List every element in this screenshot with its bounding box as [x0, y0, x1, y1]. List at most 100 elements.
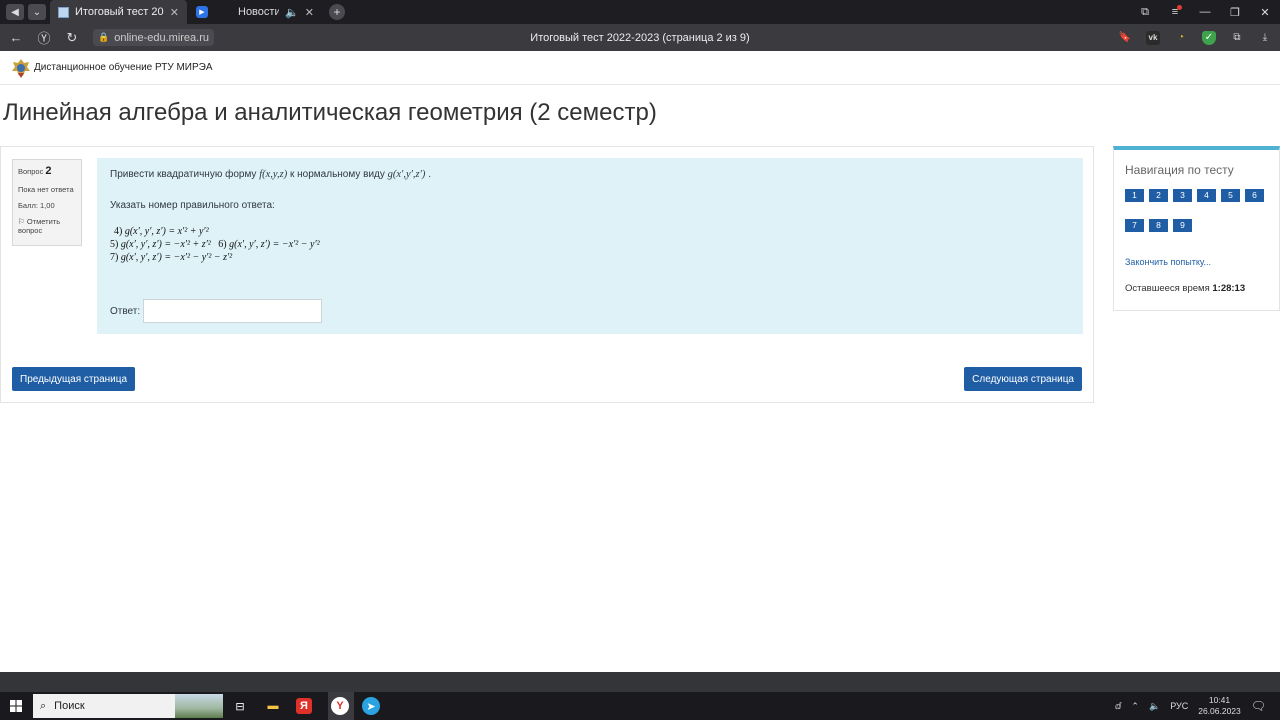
flag-question[interactable]: ⚐ Отметить вопрос: [18, 217, 76, 235]
question-text-part: к нормальному виду: [287, 169, 388, 180]
clock[interactable]: 10:41 26.06.2023: [1198, 695, 1241, 716]
bookmark-icon[interactable]: 🔖: [1118, 31, 1132, 45]
time-label: Оставшееся время: [1125, 283, 1210, 294]
browser-tab-bar: ◀ ⌄ Итоговый тест 2022-20 ✕ ▶ Новости 🔈 …: [0, 0, 1280, 24]
question-info: Вопрос 2 Пока нет ответа Балл: 1,00 ⚐ От…: [12, 159, 82, 246]
quiz-nav-page-1[interactable]: 1: [1125, 189, 1144, 202]
option-lhs: g(x′, y′, z′): [120, 251, 162, 263]
site-brand[interactable]: Дистанционное обучение РТУ МИРЭА: [34, 62, 213, 73]
tab-news[interactable]: ▶ Новости 🔈 ✕: [190, 0, 320, 24]
option-row: 4) g(x′, y′, z′) = x′² + y′²: [110, 225, 1070, 238]
vk-icon[interactable]: vk: [1146, 30, 1160, 45]
keyboard-language[interactable]: РУС: [1170, 701, 1188, 711]
menu-icon[interactable]: ≡: [1160, 5, 1190, 18]
new-tab-button[interactable]: +: [329, 4, 345, 20]
tab-label: Итоговый тест 2022-20: [75, 6, 164, 18]
windows-start-icon[interactable]: [0, 692, 32, 720]
close-icon[interactable]: ✕: [170, 6, 179, 19]
url-text: online-edu.mirea.ru: [114, 31, 209, 44]
address-bar: ← Ⓨ ↻ 🔒 online-edu.mirea.ru Итоговый тес…: [0, 24, 1280, 51]
option-row: 7) g(x′, y′, z′) = −x′² − y′² − z′²: [110, 251, 1070, 264]
back-icon[interactable]: ←: [2, 30, 30, 45]
tabs-icon[interactable]: ⧉: [1130, 6, 1160, 19]
yandex-music-icon[interactable]: Я: [296, 698, 312, 714]
notifications-icon[interactable]: 🗨: [1251, 699, 1266, 713]
option-row: 5) g(x′, y′, z′) = −x′² + z′² 6) g(x′, y…: [110, 238, 1070, 251]
close-icon[interactable]: ✕: [305, 6, 314, 19]
question-content: Привести квадратичную форму f(x,y,z) к н…: [97, 158, 1083, 334]
form-g: g(x′,y′,z′): [387, 169, 426, 180]
yandex-icon[interactable]: ◔: [1174, 31, 1188, 45]
close-icon[interactable]: ✕: [1250, 6, 1280, 19]
form-f: f(x,y,z): [259, 169, 288, 180]
option-number: 7): [110, 251, 119, 263]
question-label: Вопрос: [18, 167, 44, 176]
quiz-nav-page-4[interactable]: 4: [1197, 189, 1216, 202]
question-card: Вопрос 2 Пока нет ответа Балл: 1,00 ⚐ От…: [0, 146, 1094, 403]
yandex-home-icon[interactable]: Ⓨ: [30, 28, 58, 47]
page-title: Итоговый тест 2022-2023 (страница 2 из 9…: [530, 31, 750, 44]
minimize-icon[interactable]: —: [1190, 6, 1220, 18]
shield-icon[interactable]: ✓: [1202, 30, 1216, 45]
reload-icon[interactable]: ↻: [58, 30, 86, 46]
tab-label: Новости: [238, 6, 280, 18]
previous-page-button[interactable]: Предыдущая страница: [12, 367, 136, 391]
question-hint: Указать номер правильного ответа:: [110, 199, 275, 211]
people-icon[interactable]: ⅆ: [1115, 701, 1121, 712]
quiz-nav-page-8[interactable]: 8: [1149, 219, 1168, 232]
answer-label: Ответ:: [110, 305, 141, 317]
quiz-nav-page-5[interactable]: 5: [1221, 189, 1240, 202]
chevron-down-icon[interactable]: ⌄: [28, 4, 46, 20]
option-lhs: g(x′, y′, z′): [229, 238, 271, 250]
file-explorer-icon[interactable]: ▬: [263, 696, 283, 716]
time-value: 1:28:13: [1212, 283, 1246, 294]
answer-row: Ответ:: [110, 299, 323, 323]
lock-icon: 🔒: [98, 32, 110, 42]
next-page-button[interactable]: Следующая страница: [964, 367, 1082, 391]
quiz-nav-page-3[interactable]: 3: [1173, 189, 1192, 202]
quiz-nav-page-9[interactable]: 9: [1173, 219, 1192, 232]
url-field[interactable]: 🔒 online-edu.mirea.ru: [93, 29, 214, 46]
tab-test[interactable]: Итоговый тест 2022-20 ✕: [50, 0, 187, 24]
option-number: 4): [114, 225, 123, 237]
telegram-icon[interactable]: ➤: [362, 697, 380, 715]
search-highlight-image: [175, 694, 223, 718]
flag-label: Отметить вопрос: [18, 217, 61, 236]
flag-icon: ⚐: [18, 217, 25, 227]
system-tray: ⅆ ⌃ 🔈 РУС 10:41 26.06.2023 🗨: [1115, 692, 1280, 720]
audio-icon[interactable]: ◀: [6, 4, 24, 20]
finish-attempt-link[interactable]: Закончить попытку...: [1125, 257, 1211, 267]
clock-date: 26.06.2023: [1198, 706, 1241, 716]
download-icon[interactable]: ⤓: [1258, 31, 1272, 45]
maximize-icon[interactable]: ❐: [1220, 6, 1250, 19]
answer-input[interactable]: [143, 299, 323, 323]
chevron-up-icon[interactable]: ⌃: [1131, 701, 1139, 712]
question-number-value: 2: [45, 165, 52, 177]
mirea-logo-icon[interactable]: [10, 57, 32, 79]
play-icon: ▶: [196, 6, 208, 18]
site-header: Дистанционное обучение РТУ МИРЭА: [0, 51, 1280, 85]
taskbar: ⌕ Поиск ⊟ ▬ Я Y ➤ ⅆ ⌃ 🔈 РУС 10:41 26.06.…: [0, 692, 1280, 720]
document-icon: [58, 6, 69, 18]
clock-time: 10:41: [1208, 695, 1231, 706]
yandex-browser-icon[interactable]: Y: [331, 697, 349, 715]
task-view-icon[interactable]: ⊟: [230, 696, 250, 716]
answer-options: 4) g(x′, y′, z′) = x′² + y′² 5) g(x′, y′…: [110, 225, 1070, 265]
option-rhs: = −x′² − y′²: [272, 238, 320, 250]
time-remaining: Оставшееся время 1:28:13: [1125, 283, 1245, 294]
question-number: Вопрос 2: [18, 165, 76, 178]
quiz-nav-page-6[interactable]: 6: [1245, 189, 1264, 202]
option-lhs: g(x′, y′, z′): [124, 225, 166, 237]
option-number: 6): [218, 238, 227, 250]
search-placeholder: Поиск: [54, 700, 85, 712]
option-rhs: = −x′² − y′² − z′²: [164, 251, 233, 263]
option-rhs: = x′² + y′²: [168, 225, 209, 237]
question-grade: Балл: 1,00: [18, 201, 55, 211]
taskbar-search[interactable]: ⌕ Поиск: [33, 694, 223, 718]
question-text-part: .: [425, 169, 431, 180]
volume-icon[interactable]: 🔈: [1149, 701, 1160, 712]
extensions-icon[interactable]: ⧉: [1230, 31, 1244, 45]
quiz-nav-page-7[interactable]: 7: [1125, 219, 1144, 232]
quiz-nav-page-2[interactable]: 2: [1149, 189, 1168, 202]
speaker-icon[interactable]: 🔈: [285, 6, 299, 19]
